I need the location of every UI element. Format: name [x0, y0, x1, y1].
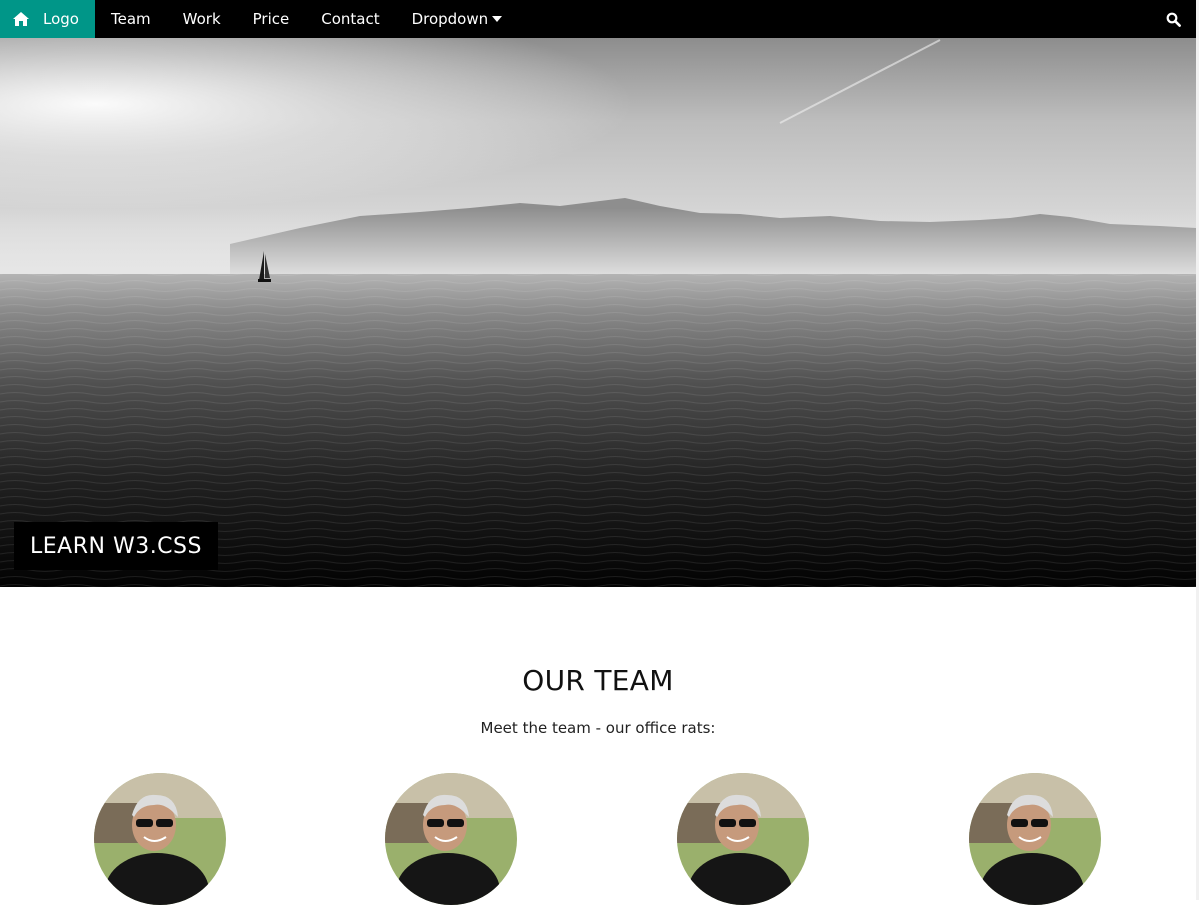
team-section: OUR TEAM Meet the team - our office rats… [0, 587, 1196, 905]
hero-caption: LEARN W3.CSS [14, 522, 218, 570]
nav-logo-label: Logo [43, 10, 79, 28]
avatar-photo [94, 773, 226, 905]
avatar-photo [677, 773, 809, 905]
search-icon [1166, 12, 1181, 27]
hero-caption-text: LEARN W3.CSS [30, 533, 202, 559]
nav-dropdown-label: Dropdown [411, 10, 489, 28]
nav-link-team[interactable]: Team [95, 0, 167, 38]
team-subtitle: Meet the team - our office rats: [480, 719, 716, 737]
nav-link-price[interactable]: Price [237, 0, 306, 38]
nav-link-label: Price [252, 10, 290, 28]
nav-logo-link[interactable]: Logo [0, 0, 95, 38]
team-heading: OUR TEAM [522, 664, 674, 697]
home-icon [13, 12, 29, 26]
nav-link-label: Team [110, 10, 151, 28]
top-navigation-bar: Logo Team Work Price Contact Dropdown [0, 0, 1196, 38]
nav-link-label: Work [182, 10, 221, 28]
team-member-avatar [94, 773, 226, 905]
avatar-photo [385, 773, 517, 905]
nav-dropdown-button[interactable]: Dropdown [396, 0, 519, 38]
team-member-avatar [677, 773, 809, 905]
nav-link-work[interactable]: Work [167, 0, 237, 38]
team-member-avatar [969, 773, 1101, 905]
nav-link-label: Contact [321, 10, 380, 28]
nav-link-contact[interactable]: Contact [305, 0, 395, 38]
caret-down-icon [492, 16, 503, 22]
hero-seascape-image [0, 38, 1196, 587]
hero-banner: LEARN W3.CSS [0, 38, 1196, 587]
avatar-photo [969, 773, 1101, 905]
team-member-avatar [385, 773, 517, 905]
nav-search-button[interactable] [1152, 0, 1196, 38]
